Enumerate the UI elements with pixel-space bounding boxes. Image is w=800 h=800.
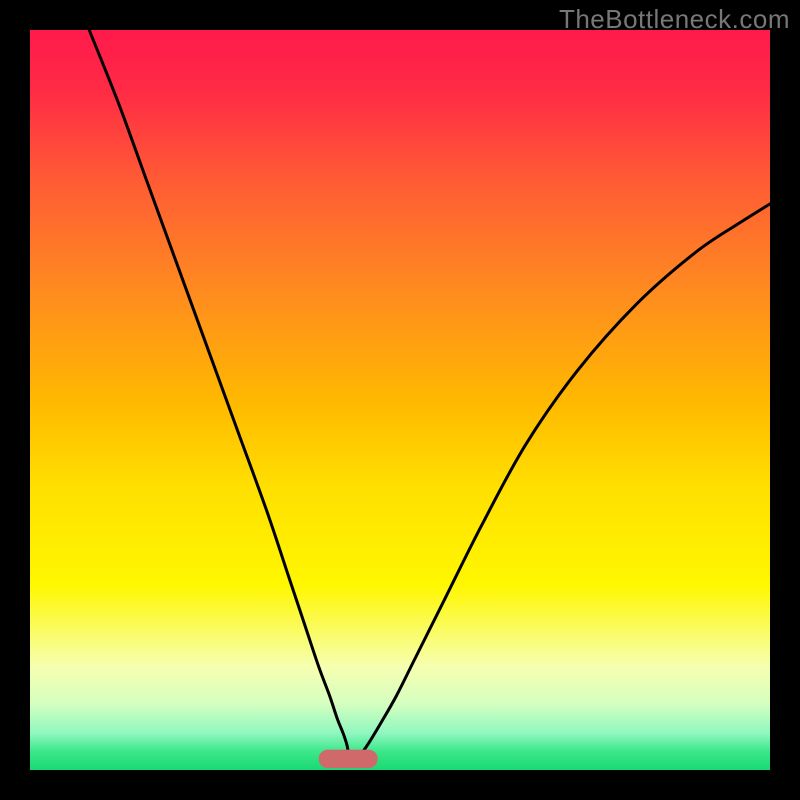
chart-svg — [30, 30, 770, 770]
chart-frame: TheBottleneck.com — [0, 0, 800, 800]
bottleneck-marker — [319, 750, 378, 769]
chart-plot-area — [30, 30, 770, 770]
chart-background — [30, 30, 770, 770]
